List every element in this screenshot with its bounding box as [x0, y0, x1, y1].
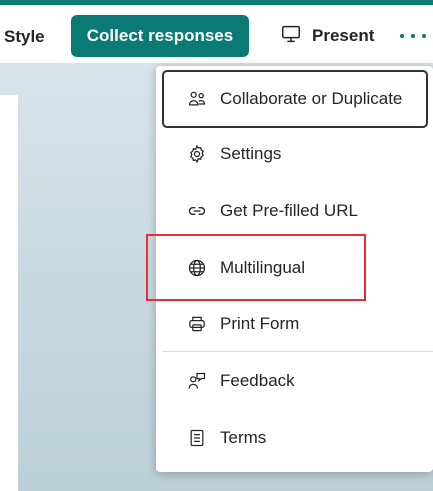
people-icon [186, 88, 208, 110]
monitor-icon [280, 23, 302, 50]
menu-item-print-form[interactable]: Print Form [162, 295, 428, 353]
printer-icon [186, 313, 208, 335]
menu-item-label: Feedback [220, 371, 295, 390]
menu-item-prefilled-url[interactable]: Get Pre-filled URL [162, 182, 428, 240]
menu-item-label: Settings [220, 144, 282, 163]
menu-item-label: Terms [220, 428, 267, 447]
style-button[interactable]: Style [4, 27, 45, 47]
present-button[interactable]: Present [280, 22, 374, 50]
menu-item-collaborate[interactable]: Collaborate or Duplicate [162, 70, 428, 128]
menu-item-settings[interactable]: Settings [162, 125, 428, 183]
menu-item-label: Get Pre-filled URL [220, 201, 358, 220]
menu-item-label: Print Form [220, 314, 300, 333]
menu-item-feedback[interactable]: Feedback [162, 352, 428, 410]
more-options-button[interactable] [400, 27, 426, 45]
person-feedback-icon [186, 370, 208, 392]
more-horizontal-icon [400, 34, 404, 38]
document-icon [186, 427, 208, 449]
form-card [0, 95, 18, 491]
link-icon [186, 200, 208, 222]
present-label: Present [312, 26, 375, 45]
collect-responses-button[interactable]: Collect responses [71, 15, 249, 57]
highlight-annotation-box [146, 234, 366, 301]
menu-item-terms[interactable]: Terms [162, 409, 428, 467]
menu-item-label: Collaborate or Duplicate [220, 89, 403, 108]
toolbar: Style Collect responses Present [0, 5, 433, 63]
gear-icon [186, 143, 208, 165]
